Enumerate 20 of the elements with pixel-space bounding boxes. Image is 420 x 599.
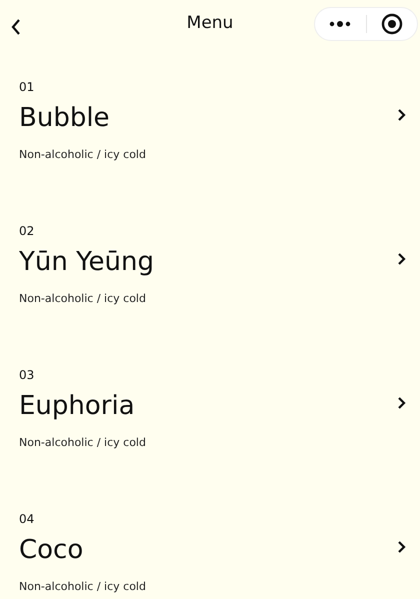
chevron-icon <box>397 396 406 410</box>
chevron-icon <box>397 540 406 554</box>
back-icon <box>10 18 22 36</box>
item-description: Non-alcoholic / icy cold <box>19 580 147 594</box>
item-title: Yūn Yeūng <box>19 246 154 278</box>
item-number: 02 <box>19 224 36 238</box>
item-number: 01 <box>19 80 36 94</box>
item-number: 03 <box>19 368 36 382</box>
chevron-icon <box>397 108 406 122</box>
item-title: Coco <box>19 534 84 566</box>
target-icon <box>380 13 403 35</box>
more-icon <box>329 21 352 27</box>
item-number: 04 <box>19 512 36 526</box>
item-description: Non-alcoholic / icy cold <box>19 148 147 162</box>
chevron-icon <box>397 252 406 266</box>
item-title: Euphoria <box>19 390 135 422</box>
item-description: Non-alcoholic / icy cold <box>19 436 147 450</box>
item-title: Bubble <box>19 102 110 134</box>
page-title: Menu <box>186 12 234 36</box>
item-description: Non-alcoholic / icy cold <box>19 292 147 306</box>
